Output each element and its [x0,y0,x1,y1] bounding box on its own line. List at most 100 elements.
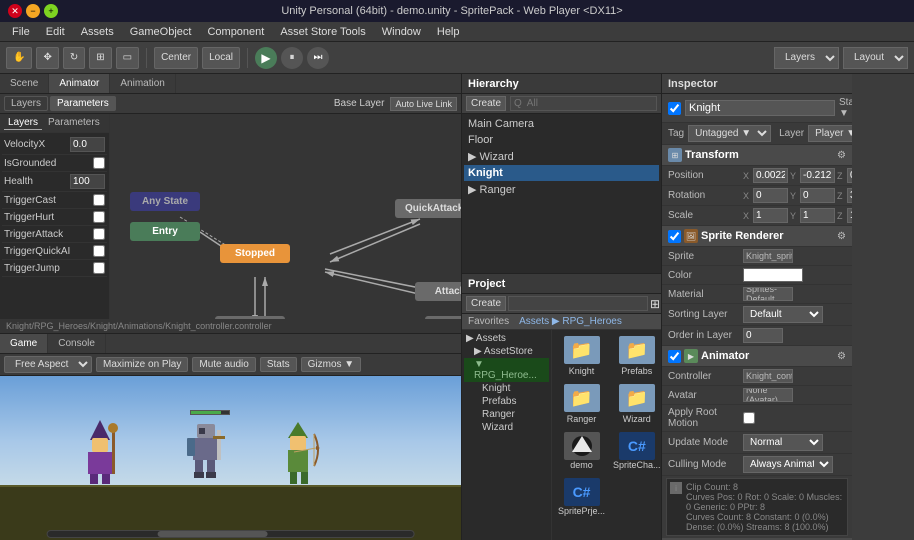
file-demo[interactable]: demo [556,430,607,472]
tree-assets[interactable]: ▶ Assets [464,332,549,345]
params-param-tab[interactable]: Parameters [44,116,104,130]
position-y-input[interactable] [800,168,835,183]
menu-component[interactable]: Component [199,24,272,40]
animator-component-header[interactable]: ▶ Animator ⚙ [662,346,852,367]
project-search-input[interactable] [508,296,648,311]
tab-animation[interactable]: Animation [110,74,175,93]
hand-tool[interactable]: ✋ [6,47,32,69]
animator-settings[interactable]: ⚙ [837,351,846,362]
position-z-input[interactable] [847,168,852,183]
file-wizard-folder[interactable]: 📁 Wizard [611,382,661,426]
layout-dropdown[interactable]: Layout [843,47,908,69]
layers-param-tab[interactable]: Layers [4,116,42,130]
color-picker[interactable] [743,268,803,282]
file-prefabs-folder[interactable]: 📁 Prefabs [611,334,661,378]
rotation-z-input[interactable] [847,188,852,203]
tree-knight[interactable]: Knight [464,382,549,395]
file-spriteprje[interactable]: C# SpritePrje... [556,476,607,518]
rect-tool[interactable]: ▭ [116,47,139,69]
controller-value[interactable]: Knight_controll... [743,369,793,383]
tree-ranger[interactable]: Ranger [464,408,549,421]
hierarchy-item-camera[interactable]: Main Camera [464,116,659,132]
maximize-play-button[interactable]: Maximize on Play [96,357,188,372]
step-button[interactable]: ⏭ [307,47,329,69]
tree-assetstore[interactable]: ▶ AssetStore [464,345,549,358]
layer-dropdown[interactable]: Player ▼ [808,125,852,142]
state-attack[interactable]: Attack [415,282,461,301]
rotate-tool[interactable]: ↻ [63,47,85,69]
tag-dropdown[interactable]: Untagged ▼ [688,125,771,142]
maximize-button[interactable]: + [44,4,58,18]
transform-header[interactable]: ⊞ Transform ⚙ [662,145,852,166]
hierarchy-create-button[interactable]: Create [466,96,506,111]
auto-live-link-button[interactable]: Auto Live Link [390,97,457,111]
menu-file[interactable]: File [4,24,38,40]
aspect-dropdown[interactable]: Free Aspect [4,356,92,373]
gizmos-button[interactable]: Gizmos ▼ [301,357,362,372]
layers-tab[interactable]: Layers [4,96,48,111]
mute-button[interactable]: Mute audio [192,357,255,372]
culling-mode-dropdown[interactable]: Always Animate [743,456,833,473]
sorting-layer-dropdown[interactable]: Default [743,306,823,323]
state-any[interactable]: Any State [130,192,200,211]
hierarchy-item-wizard[interactable]: ▶ Wizard [464,148,659,165]
scale-tool[interactable]: ⊞ [89,47,111,69]
scale-x-input[interactable] [753,208,788,223]
state-jump[interactable]: Jump [425,316,461,319]
sprite-renderer-checkbox[interactable] [668,230,681,243]
tab-game[interactable]: Game [0,334,48,353]
project-create-button[interactable]: Create [466,296,506,311]
tree-wizard[interactable]: Wizard [464,421,549,434]
position-x-input[interactable] [753,168,788,183]
param-check-triggerquickai[interactable] [93,245,105,257]
hierarchy-search-input[interactable] [510,96,657,111]
pause-button[interactable]: ⏸ [281,47,303,69]
sprite-value[interactable]: Knight_spritesh [743,249,793,263]
window-controls[interactable]: ✕ − + [8,4,58,18]
tree-rpgheroes[interactable]: ▼ RPG_Heroe... [464,358,549,382]
center-button[interactable]: Center [154,47,198,69]
state-quickattack[interactable]: QuickAttack [395,199,461,218]
tab-console[interactable]: Console [48,334,106,353]
menu-edit[interactable]: Edit [38,24,73,40]
scale-y-input[interactable] [800,208,835,223]
play-button[interactable]: ▶ [255,47,277,69]
menu-window[interactable]: Window [374,24,429,40]
minimize-button[interactable]: − [26,4,40,18]
local-button[interactable]: Local [202,47,240,69]
file-ranger-folder[interactable]: 📁 Ranger [556,382,607,426]
state-stopped[interactable]: Stopped [220,244,290,263]
avatar-value[interactable]: None (Avatar) [743,388,793,402]
file-spritechar[interactable]: C# SpriteCha... [611,430,661,472]
state-walk[interactable]: Walk [215,316,285,319]
menu-gameobject[interactable]: GameObject [122,24,200,40]
hierarchy-item-floor[interactable]: Floor [464,132,659,148]
move-tool[interactable]: ✥ [36,47,58,69]
param-check-triggerattack[interactable] [93,228,105,240]
hierarchy-item-knight[interactable]: Knight [464,165,659,181]
scale-z-input[interactable] [847,208,852,223]
sprite-renderer-settings[interactable]: ⚙ [837,231,846,242]
close-button[interactable]: ✕ [8,4,22,18]
layers-dropdown[interactable]: Layers [774,47,839,69]
hierarchy-item-ranger[interactable]: ▶ Ranger [464,181,659,198]
animator-checkbox[interactable] [668,350,681,363]
menu-assetstore[interactable]: Asset Store Tools [272,24,373,40]
param-input-velocityx[interactable] [70,137,105,152]
tree-prefabs[interactable]: Prefabs [464,395,549,408]
rotation-x-input[interactable] [753,188,788,203]
param-check-isgrounded[interactable] [93,157,105,169]
material-value[interactable]: Sprites-Default [743,287,793,301]
order-input[interactable] [743,328,783,343]
tab-animator[interactable]: Animator [49,74,110,93]
object-name-input[interactable] [685,100,835,116]
menu-help[interactable]: Help [429,24,468,40]
parameters-tab[interactable]: Parameters [50,96,116,111]
file-knight-folder[interactable]: 📁 Knight [556,334,607,378]
project-options-button[interactable]: ⊞ [650,297,660,311]
apply-root-checkbox[interactable] [743,412,755,424]
sprite-renderer-header[interactable]: 🖼 Sprite Renderer ⚙ [662,226,852,247]
param-check-triggercast[interactable] [93,194,105,206]
favorites-label[interactable]: Favorites [468,316,509,327]
param-check-triggerjump[interactable] [93,262,105,274]
